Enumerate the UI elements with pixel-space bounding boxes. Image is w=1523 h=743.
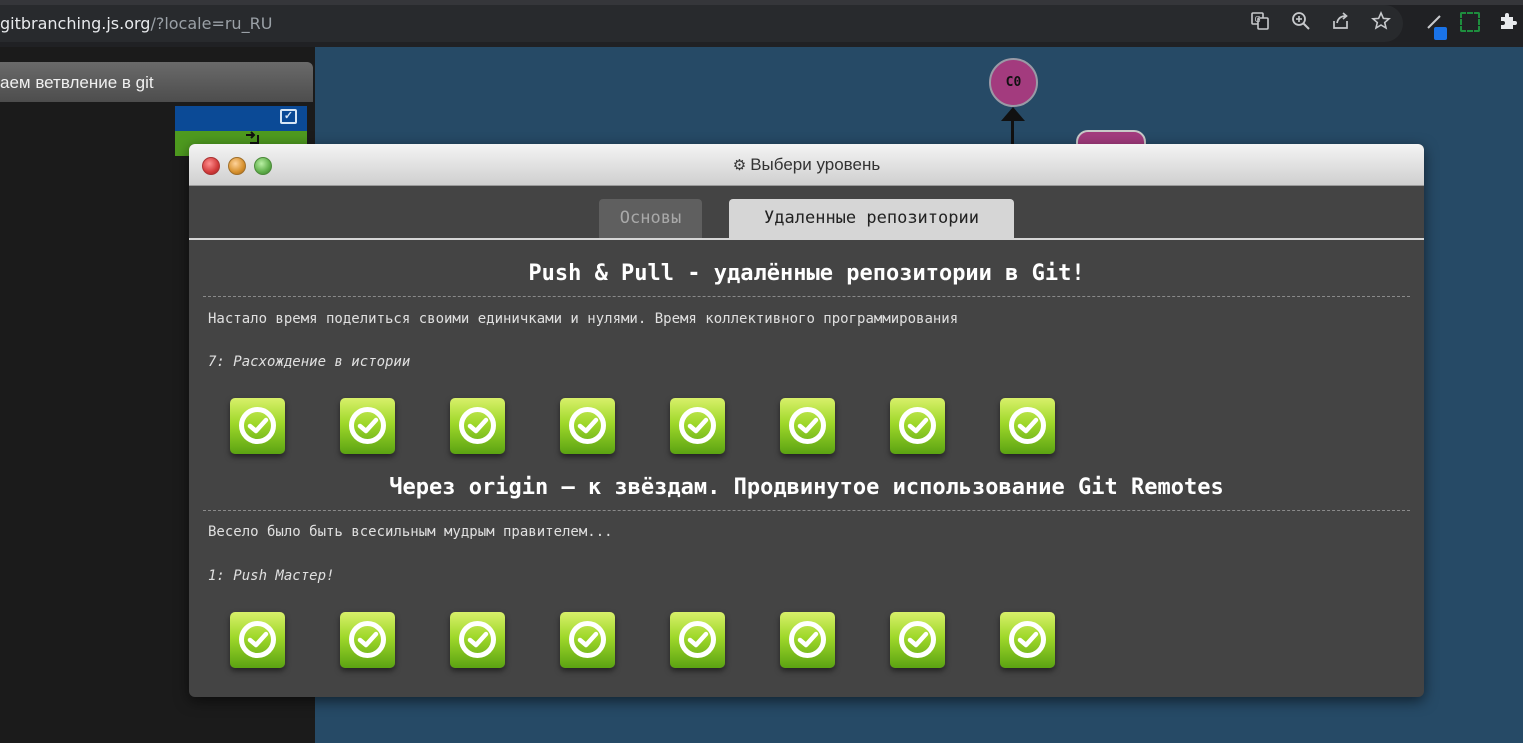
level-row: [230, 398, 1070, 454]
checkmark-icon: [797, 631, 819, 648]
sidebar-title-bar: аем ветвление в git: [0, 62, 313, 102]
checkmark-icon: [577, 631, 599, 648]
share-icon[interactable]: [1330, 11, 1352, 33]
zoom-icon[interactable]: [1290, 11, 1312, 33]
checkmark-icon: [577, 417, 599, 434]
level-button[interactable]: [450, 398, 505, 454]
gear-icon: ⚙: [732, 156, 747, 174]
level-select-modal: ⚙ Выбери уровень Основы Удаленные репозит…: [189, 144, 1424, 697]
checkmark-icon: [247, 631, 269, 648]
close-window-button[interactable]: [202, 157, 220, 175]
checkmark-icon: [1017, 417, 1039, 434]
sidebar-title: аем ветвление в git: [0, 73, 154, 92]
level-button[interactable]: [780, 612, 835, 668]
level-button[interactable]: [560, 398, 615, 454]
tab-basics[interactable]: Основы: [599, 199, 702, 238]
tab-divider: [189, 238, 1424, 240]
tab-remote[interactable]: Удаленные репозитории: [729, 199, 1014, 238]
section-level-label: 1: Push Мастер!: [208, 568, 335, 584]
level-button[interactable]: [890, 612, 945, 668]
level-button[interactable]: [780, 398, 835, 454]
checkmark-icon: [797, 417, 819, 434]
checkmark-icon: [357, 631, 379, 648]
screenshot-extension-icon[interactable]: [1460, 12, 1480, 32]
modal-title: ⚙ Выбери уровень: [732, 155, 881, 174]
section-divider: [203, 510, 1410, 511]
level-button[interactable]: [890, 398, 945, 454]
checkmark-icon: [467, 631, 489, 648]
checkmark-icon: [687, 631, 709, 648]
checkmark-icon: [247, 417, 269, 434]
svg-text:G: G: [1255, 15, 1261, 24]
checkmark-icon: [907, 417, 929, 434]
checkmark-icon: [1017, 631, 1039, 648]
checkmark-icon: [467, 417, 489, 434]
commit-node[interactable]: C0: [989, 58, 1038, 107]
level-button[interactable]: [340, 398, 395, 454]
level-row: [230, 612, 1070, 668]
extension-badge: [1434, 27, 1447, 40]
section-description: Весело было быть всесильным мудрым прави…: [208, 524, 613, 540]
section-divider: [203, 296, 1410, 297]
section-title: Push & Pull - удалённые репозитории в Gi…: [528, 261, 1085, 286]
level-button[interactable]: [230, 612, 285, 668]
browser-toolbar: gitbranching.js.org/?locale=ru_RU G: [0, 0, 1523, 47]
checkbox-icon[interactable]: ✓: [280, 109, 297, 124]
level-button[interactable]: [230, 398, 285, 454]
checkmark-icon: [687, 417, 709, 434]
checkmark-icon: [357, 417, 379, 434]
level-button[interactable]: [1000, 398, 1055, 454]
bookmark-star-icon[interactable]: [1370, 11, 1392, 33]
minimize-window-button[interactable]: [228, 157, 246, 175]
level-button[interactable]: [560, 612, 615, 668]
level-button[interactable]: [670, 398, 725, 454]
section-description: Настало время поделиться своими единичка…: [208, 311, 959, 327]
url-text[interactable]: gitbranching.js.org/?locale=ru_RU: [0, 14, 272, 33]
level-button[interactable]: [340, 612, 395, 668]
translate-icon[interactable]: G: [1249, 11, 1271, 33]
level-button[interactable]: [450, 612, 505, 668]
level-button[interactable]: [1000, 612, 1055, 668]
checkmark-icon: [907, 631, 929, 648]
level-button[interactable]: [670, 612, 725, 668]
extensions-puzzle-icon[interactable]: [1497, 11, 1519, 33]
maximize-window-button[interactable]: [254, 157, 272, 175]
section-title: Через origin – к звёздам. Продвинутое ис…: [389, 475, 1224, 500]
section-level-label: 7: Расхождение в истории: [208, 354, 411, 370]
